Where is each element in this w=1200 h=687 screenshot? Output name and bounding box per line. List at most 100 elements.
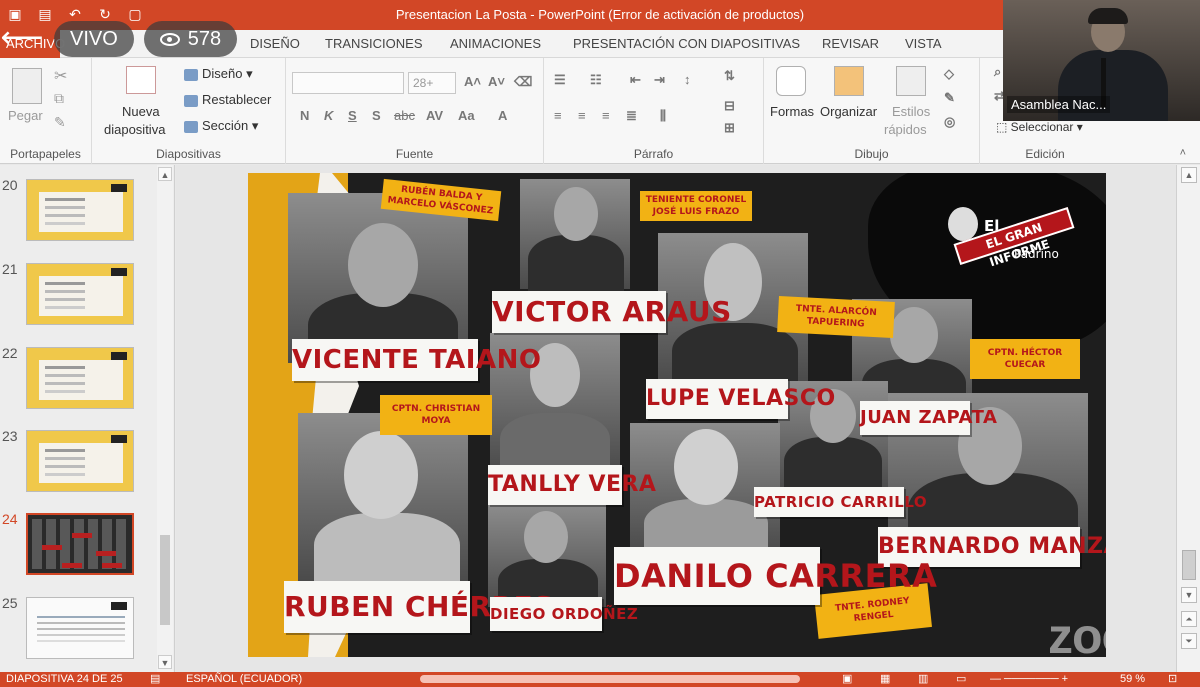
thumbnails-scrollbar[interactable]: ▲ ▼: [157, 165, 173, 672]
name-tanlly-vera: TANLLY VERA: [488, 465, 656, 505]
section-button[interactable]: Sección: [202, 118, 248, 133]
quick-styles-icon[interactable]: [896, 66, 926, 96]
shape-outline-icon[interactable]: ✎: [944, 90, 955, 106]
logo-face-icon: [948, 207, 978, 241]
align-right-icon[interactable]: ≡: [602, 108, 610, 123]
fit-to-window-icon[interactable]: ⊡: [1168, 672, 1177, 687]
slideshow-view-icon[interactable]: ▭: [956, 672, 966, 687]
photo-frazo: [520, 179, 630, 295]
normal-view-icon[interactable]: ▣: [842, 672, 852, 687]
slide-scrollbar[interactable]: ▲ ▼ ⏶ ⏷: [1176, 165, 1200, 672]
slide-thumbnail-21[interactable]: [26, 263, 134, 325]
select-button[interactable]: Seleccionar: [1011, 120, 1074, 134]
smartart-icon[interactable]: ⊞: [724, 120, 735, 136]
slide-thumbnail-20[interactable]: [26, 179, 134, 241]
shape-effects-icon[interactable]: ◎: [944, 114, 955, 130]
arrange-button[interactable]: Organizar: [820, 104, 877, 119]
shape-fill-icon[interactable]: ◇: [944, 66, 954, 82]
name-lupe-velasco: LUPE VELASCO: [646, 379, 835, 419]
slide-thumbnail-24[interactable]: [26, 513, 134, 575]
align-left-icon[interactable]: ≡: [554, 108, 562, 123]
back-arrow-icon[interactable]: ⟵: [0, 20, 44, 58]
numbering-icon[interactable]: ☷: [590, 72, 602, 88]
zoom-slider[interactable]: — ─────── +: [990, 672, 1068, 687]
group-diapositivas: Nueva diapositiva Diseño ▾ Restablecer S…: [92, 58, 286, 164]
eye-icon: [159, 32, 180, 46]
text-direction-icon[interactable]: ⇅: [724, 68, 735, 84]
scroll-thumb[interactable]: [160, 535, 170, 625]
slide-thumbnail-23[interactable]: [26, 430, 134, 492]
tab-vista[interactable]: VISTA: [905, 30, 942, 58]
new-slide-label-2[interactable]: diapositiva: [104, 122, 165, 137]
slide-editor: El EL GRAN INFORME Padrino RUBÉN BALDA Y…: [176, 165, 1176, 672]
align-text-icon[interactable]: ⊟: [724, 98, 735, 114]
layout-button[interactable]: Diseño: [202, 66, 242, 81]
live-label: VIVO: [70, 28, 118, 50]
tag-frazo: TENIENTE CORONEL JOSÉ LUIS FRAZO: [640, 191, 752, 221]
shapes-button[interactable]: Formas: [770, 104, 814, 119]
zoom-level[interactable]: 59 %: [1120, 672, 1145, 687]
video-tile[interactable]: Asamblea Nac...: [1003, 0, 1200, 121]
slide-thumbnail-22[interactable]: [26, 347, 134, 409]
thumb-number: 25: [2, 595, 18, 611]
change-case-icon[interactable]: Aa: [458, 108, 475, 123]
shrink-font-icon[interactable]: A˅: [488, 74, 505, 89]
columns-icon[interactable]: ⫼: [660, 108, 666, 124]
cut-icon[interactable]: ✂: [54, 66, 67, 86]
clear-format-icon[interactable]: ⌫: [514, 74, 532, 90]
italic-button[interactable]: K: [324, 108, 333, 123]
copy-icon[interactable]: ⧉: [54, 90, 64, 107]
tab-transiciones[interactable]: TRANSICIONES: [325, 30, 423, 58]
scroll-down-icon[interactable]: ▼: [1181, 587, 1197, 603]
collapse-ribbon-icon[interactable]: ˄: [1180, 147, 1186, 159]
line-spacing-icon[interactable]: ↕: [684, 72, 691, 87]
find-icon[interactable]: ⌕: [994, 64, 1001, 80]
select-icon: ⬚: [996, 120, 1011, 134]
justify-icon[interactable]: ≣: [626, 108, 637, 124]
notes-icon[interactable]: ▤: [150, 672, 160, 687]
scroll-thumb[interactable]: [1182, 550, 1196, 580]
font-size-dropdown[interactable]: 28+: [408, 72, 456, 94]
new-slide-label-1[interactable]: Nueva: [122, 104, 160, 119]
tab-revisar[interactable]: REVISAR: [822, 30, 879, 58]
increase-indent-icon[interactable]: ⇥: [654, 72, 665, 88]
font-name-dropdown[interactable]: [292, 72, 404, 94]
strikethrough-button[interactable]: abc: [394, 108, 415, 123]
tab-presentacion[interactable]: PRESENTACIÓN CON DIAPOSITIVAS: [573, 30, 800, 58]
scroll-down-icon[interactable]: ▼: [158, 655, 172, 669]
scroll-up-icon[interactable]: ▲: [1181, 167, 1197, 183]
current-slide[interactable]: El EL GRAN INFORME Padrino RUBÉN BALDA Y…: [248, 173, 1106, 657]
tab-animaciones[interactable]: ANIMACIONES: [450, 30, 541, 58]
slide-indicator: DIAPOSITIVA 24 DE 25: [6, 673, 123, 685]
align-center-icon[interactable]: ≡: [578, 108, 586, 123]
reading-view-icon[interactable]: ▥: [918, 672, 928, 687]
new-slide-icon[interactable]: [126, 66, 156, 94]
slide-thumbnail-25[interactable]: [26, 597, 134, 659]
grow-font-icon[interactable]: A˄: [464, 74, 481, 89]
shapes-icon[interactable]: [776, 66, 806, 96]
tab-diseno[interactable]: DISEÑO: [250, 30, 300, 58]
format-painter-icon[interactable]: ✎: [54, 114, 66, 131]
char-spacing-icon[interactable]: AV: [426, 108, 443, 123]
horizontal-scrollbar[interactable]: [420, 675, 800, 683]
paste-icon[interactable]: [12, 68, 42, 104]
language-indicator[interactable]: ESPAÑOL (ECUADOR): [186, 672, 302, 687]
underline-button[interactable]: S: [348, 108, 357, 123]
reset-icon: [184, 94, 198, 107]
zoom-watermark: zoom: [1048, 608, 1106, 657]
scroll-up-icon[interactable]: ▲: [158, 167, 172, 181]
quick-styles-label-1[interactable]: Estilos: [892, 104, 930, 119]
decrease-indent-icon[interactable]: ⇤: [630, 72, 641, 88]
arrange-icon[interactable]: [834, 66, 864, 96]
previous-slide-icon[interactable]: ⏶: [1181, 611, 1197, 627]
reset-button[interactable]: Restablecer: [202, 92, 271, 107]
slide-sorter-icon[interactable]: ▦: [880, 672, 890, 687]
next-slide-icon[interactable]: ⏷: [1181, 633, 1197, 649]
shadow-button[interactable]: S: [372, 108, 381, 123]
font-color-icon[interactable]: A: [498, 108, 507, 123]
group-label-fuente: Fuente: [395, 147, 434, 161]
quick-styles-label-2[interactable]: rápidos: [884, 122, 927, 137]
paste-button[interactable]: Pegar: [8, 108, 43, 123]
bullets-icon[interactable]: ☰: [554, 72, 566, 88]
bold-button[interactable]: N: [300, 108, 309, 123]
